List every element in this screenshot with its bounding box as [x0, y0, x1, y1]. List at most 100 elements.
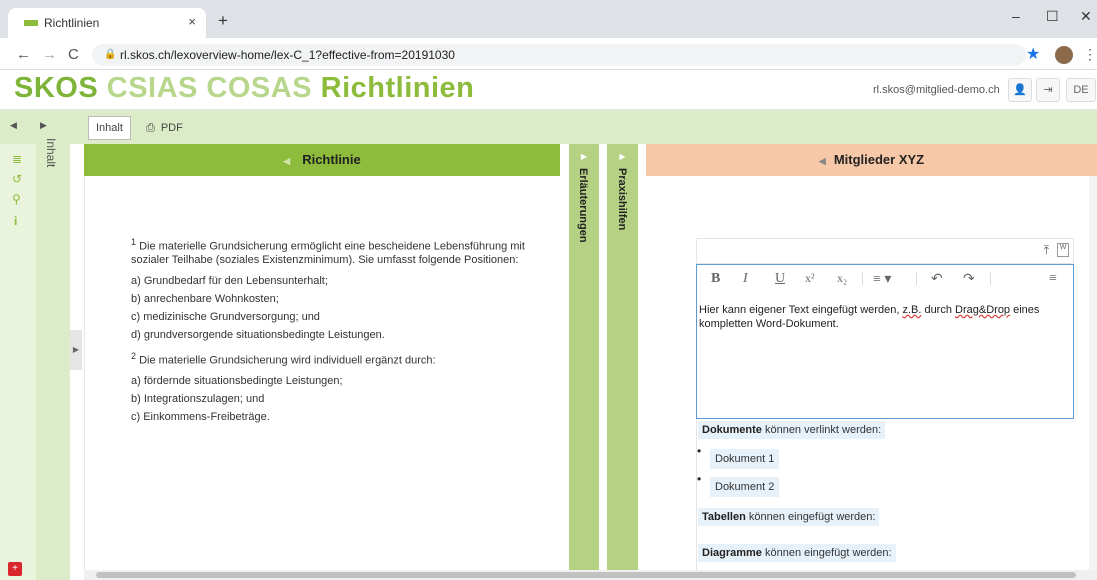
language-button[interactable]: DE [1066, 78, 1096, 102]
richtlinie-text: 1 Die materielle Grundsicherung ermöglic… [131, 236, 541, 429]
italic-button[interactable]: I [743, 271, 748, 287]
superscript-button[interactable]: x² [805, 271, 815, 286]
list-item: a) fördernde situationsbedingte Leistung… [131, 375, 343, 388]
url-field[interactable]: 🔒 rl.skos.ch/lexoverview-home/lex-C_1?ef… [92, 44, 1026, 66]
browser-menu-icon[interactable]: ⋮ [1083, 46, 1097, 63]
bold-button[interactable]: B [711, 271, 720, 287]
collapse-arrow-icon: ◀ [283, 156, 291, 166]
toolbar-divider: | [989, 271, 992, 286]
bullet-icon: • [697, 472, 702, 486]
diagramme-heading: Diagramme können eingefügt werden: [698, 544, 896, 562]
profile-avatar[interactable] [1055, 46, 1073, 64]
praxishilfen-strip[interactable]: ▶ Praxishilfen [606, 144, 638, 580]
address-bar-row: ← → C 🔒 rl.skos.ch/lexoverview-home/lex-… [0, 38, 1097, 70]
collapse-arrow-icon: ◀ [818, 156, 826, 166]
user-email: rl.skos@mitglied-demo.ch [873, 84, 1000, 96]
minimize-button[interactable]: – [1012, 8, 1020, 24]
list-item: c) Einkommens-Freibeträge. [131, 411, 270, 424]
align-icon[interactable]: ≡ ▾ [873, 271, 891, 288]
pdf-button[interactable]: ⎙ PDF [138, 116, 191, 140]
inhalt-button[interactable]: Inhalt [88, 116, 131, 140]
browser-tab[interactable]: Richtlinien × [8, 8, 206, 38]
toolbar-divider: | [915, 271, 918, 286]
tab-title: Richtlinien [44, 16, 100, 30]
heading-rest: können verlinkt werden: [761, 424, 882, 436]
list-item: b) Integrationszulagen; und [131, 393, 265, 406]
bullet-icon: • [697, 444, 702, 458]
forward-icon[interactable]: → [42, 46, 57, 63]
history-icon[interactable]: ↺ [12, 172, 22, 186]
heading-rest: können eingefügt werden: [761, 547, 892, 559]
mitglieder-header[interactable]: ◀ Mitglieder XYZ [646, 144, 1097, 176]
richtlinie-body: 1 Die materielle Grundsicherung ermöglic… [84, 176, 560, 580]
document-link-2[interactable]: Dokument 2 [710, 477, 780, 497]
editor-toolbar: B I U x² x₂ | ≡ ▾ | ↶ ↷ | ≡ [697, 271, 1073, 291]
pdf-label: PDF [160, 122, 183, 134]
subscript-button[interactable]: x₂ [837, 271, 847, 286]
new-tab-button[interactable]: + [218, 11, 228, 31]
browser-tabbar: Richtlinien × + – ☐ ✕ [0, 0, 1097, 38]
logout-icon[interactable]: ⇥ [1036, 78, 1060, 102]
paragraph-text: Die materielle Grundsicherung ermöglicht… [131, 240, 525, 266]
reload-icon[interactable]: C [68, 46, 79, 63]
more-options-icon[interactable]: ≡ [1049, 271, 1057, 287]
editor-top-bar: ⤒ W [696, 238, 1074, 264]
left-icon-rail: ≣ ↺ ⚲ i [0, 144, 36, 580]
info-icon[interactable]: i [14, 214, 17, 228]
list-item: a) Grundbedarf für den Lebensunterhalt; [131, 274, 328, 287]
pdf-icon: ⎙ [146, 122, 155, 134]
logo-richtlinien: Richtlinien [320, 72, 475, 104]
editor-content[interactable]: Hier kann eigener Text eingefügt werden,… [699, 303, 1059, 331]
richtlinie-header[interactable]: ◀ Richtlinie [84, 144, 560, 176]
add-note-button[interactable]: + [8, 562, 22, 576]
redo-icon[interactable]: ↷ [963, 271, 975, 288]
editor-text: Hier kann eigener Text eingefügt werden, [699, 304, 903, 316]
panel-collapse-handle[interactable]: ▶ [70, 330, 82, 370]
document-link-1[interactable]: Dokument 1 [710, 449, 780, 469]
tabellen-heading: Tabellen können eingefügt werden: [698, 508, 880, 526]
bookmark-star-icon[interactable]: ★ [1026, 44, 1040, 64]
back-icon[interactable]: ← [16, 46, 31, 63]
search-icon[interactable]: ⚲ [12, 192, 21, 206]
dokumente-heading: Dokumente können verlinkt werden: [698, 421, 886, 439]
erlaeuterungen-label: Erläuterungen [577, 168, 589, 243]
erlaeuterungen-strip[interactable]: ▶ Erläuterungen [568, 144, 599, 580]
lock-icon: 🔒 [104, 49, 117, 60]
content-toolbar: ◀ ▶ Inhalt ⎙ PDF [0, 110, 1097, 144]
list-item: d) grundversorgende situationsbedingte L… [131, 328, 385, 341]
undo-icon[interactable]: ↶ [931, 271, 943, 288]
editor-text: z.B. [902, 304, 922, 316]
heading-rest: können eingefügt werden: [745, 511, 876, 523]
user-icon[interactable]: 👤 [1008, 78, 1032, 102]
heading-bold: Diagramme [702, 547, 762, 559]
expand-arrow-icon: ▶ [580, 152, 588, 161]
rail-expand-right-icon[interactable]: ▶ [40, 120, 47, 131]
skos-logo[interactable]: SKOS CSIAS COSAS Richtlinien [14, 72, 474, 105]
rail-collapse-left-icon[interactable]: ◀ [10, 120, 17, 131]
scrollbar-thumb[interactable] [96, 572, 1076, 578]
editor-text: durch [921, 304, 956, 316]
underline-button[interactable]: U [775, 271, 785, 287]
upload-icon[interactable]: ⤒ [1044, 243, 1049, 258]
vertical-scrollbar[interactable] [1089, 176, 1097, 570]
heading-bold: Dokumente [702, 424, 762, 436]
tab-close-button[interactable]: × [188, 14, 196, 29]
paragraph-1: 1 Die materielle Grundsicherung ermöglic… [131, 236, 541, 267]
close-window-button[interactable]: ✕ [1080, 8, 1092, 25]
inhalt-side-panel[interactable] [36, 144, 70, 580]
list-icon[interactable]: ≣ [12, 152, 22, 166]
paragraph-text: Die materielle Grundsicherung wird indiv… [136, 354, 436, 367]
expand-arrow-icon: ▶ [619, 152, 626, 161]
paragraph-2: 2 Die materielle Grundsicherung wird ind… [131, 350, 541, 368]
richtlinie-title: Richtlinie [302, 152, 361, 167]
maximize-button[interactable]: ☐ [1046, 8, 1059, 25]
list-item: b) anrechenbare Wohnkosten; [131, 292, 279, 305]
editor-text: Drag&Drop [955, 304, 1011, 316]
rich-text-editor[interactable]: B I U x² x₂ | ≡ ▾ | ↶ ↷ | ≡ Hier kann ei… [696, 264, 1074, 419]
word-doc-icon[interactable]: W [1057, 243, 1069, 257]
favicon-icon [24, 20, 38, 26]
app-header: SKOS CSIAS COSAS Richtlinien rl.skos@mit… [0, 70, 1097, 110]
heading-bold: Tabellen [702, 511, 746, 523]
logo-skos: SKOS [14, 72, 99, 104]
logo-csias: CSIAS COSAS [106, 72, 313, 104]
